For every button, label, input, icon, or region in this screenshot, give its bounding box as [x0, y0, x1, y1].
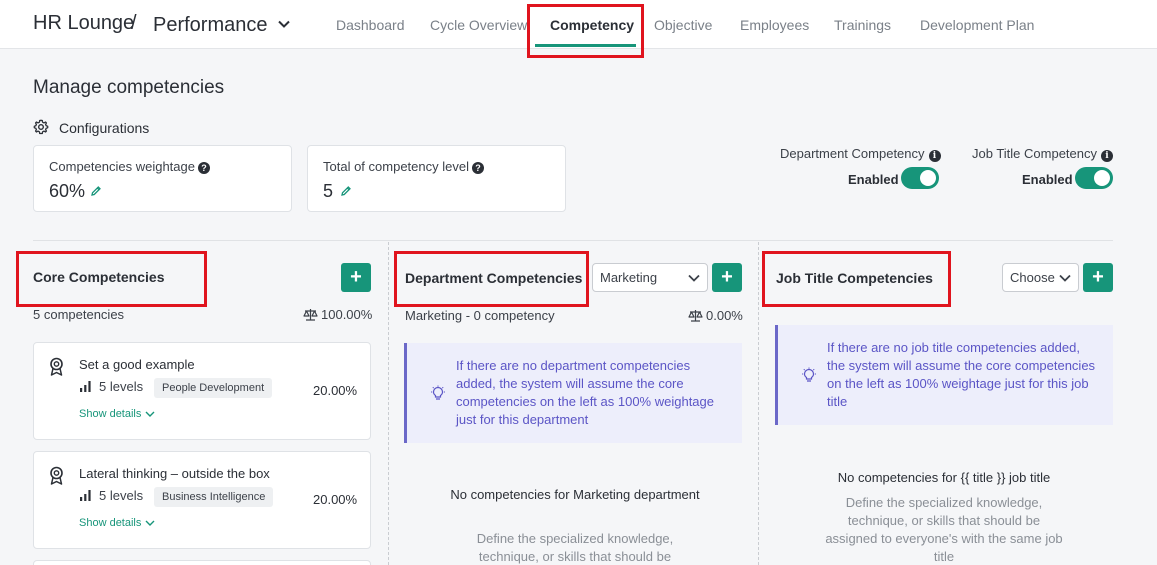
chevron-down-icon — [145, 520, 155, 526]
competency-percentage: 20.00% — [313, 383, 358, 398]
department-count: Marketing - 0 competency — [405, 308, 555, 323]
tab-objective[interactable]: Objective — [654, 17, 712, 33]
competency-category-tag: People Development — [154, 378, 273, 398]
add-department-competency-button[interactable]: + — [712, 263, 742, 292]
department-info-box: If there are no department competencies … — [404, 343, 742, 443]
levels-label: Total of competency level — [323, 159, 469, 174]
signal-bars-icon — [80, 381, 91, 392]
highlight-box-core — [16, 251, 207, 307]
department-toggle-state: Enabled — [848, 172, 899, 187]
job-title-competency-toggle[interactable] — [1075, 167, 1113, 189]
department-info-text: If there are no department competencies … — [456, 358, 715, 427]
chevron-down-icon — [1059, 274, 1071, 282]
department-empty-description: Define the specialized knowledge, techni… — [476, 531, 674, 564]
weightage-value: 60% — [49, 181, 86, 201]
lightbulb-icon — [802, 367, 816, 382]
info-icon[interactable]: i — [1101, 150, 1114, 162]
award-icon — [50, 466, 63, 485]
competency-levels: 5 levels — [99, 488, 144, 503]
breadcrumb-separator: / — [131, 12, 137, 34]
competency-name: Lateral thinking – outside the box — [79, 466, 270, 481]
job-title-select[interactable]: Choose — [1002, 263, 1079, 292]
edit-pencil-icon[interactable] — [340, 185, 352, 197]
competency-card[interactable] — [33, 560, 371, 565]
job-title-info-box: If there are no job title competencies a… — [775, 325, 1113, 425]
help-icon[interactable]: ? — [197, 162, 210, 174]
chevron-down-icon — [145, 411, 155, 417]
tab-development-plan[interactable]: Development Plan — [920, 17, 1034, 33]
department-competency-toggle-label: Department Competency i — [780, 146, 941, 162]
highlight-box-department — [394, 251, 589, 307]
configurations-label: Configurations — [59, 120, 150, 136]
highlight-box-competency-tab — [527, 4, 644, 58]
job-title-select-value: Choose — [1010, 270, 1055, 285]
award-icon — [50, 357, 63, 376]
add-core-competency-button[interactable]: + — [341, 263, 371, 292]
tab-cycle-overview[interactable]: Cycle Overview — [430, 17, 527, 33]
column-divider — [388, 242, 389, 565]
job-title-competency-toggle-label: Job Title Competency i — [972, 146, 1114, 162]
weightage-card: Competencies weightage? 60% — [33, 145, 292, 212]
tab-trainings[interactable]: Trainings — [834, 17, 891, 33]
department-competency-toggle[interactable] — [901, 167, 939, 189]
module-name[interactable]: Performance — [153, 14, 268, 37]
department-select-value: Marketing — [600, 270, 658, 285]
edit-pencil-icon[interactable] — [90, 185, 102, 197]
highlight-box-job-title — [762, 251, 951, 307]
competency-levels: 5 levels — [99, 379, 144, 394]
chevron-down-icon[interactable] — [276, 16, 292, 32]
levels-card: Total of competency level? 5 — [307, 145, 566, 212]
department-select[interactable]: Marketing — [592, 263, 708, 292]
job-title-info-text: If there are no job title competencies a… — [827, 340, 1096, 409]
competency-card[interactable]: Lateral thinking – outside the box 5 lev… — [33, 451, 371, 549]
balance-scale-icon — [688, 310, 703, 322]
core-count: 5 competencies — [33, 307, 125, 322]
info-icon[interactable]: i — [928, 150, 941, 162]
lightbulb-icon — [431, 385, 445, 400]
help-icon[interactable]: ? — [471, 162, 484, 174]
page-title: Manage competencies — [33, 77, 225, 98]
job-title-toggle-state: Enabled — [1022, 172, 1073, 187]
chevron-down-icon — [688, 274, 700, 282]
core-weight: 100.00% — [303, 307, 372, 322]
app-name[interactable]: HR Lounge — [33, 12, 134, 35]
department-empty-title: No competencies for Marketing department — [450, 487, 700, 502]
job-title-empty-title: No competencies for {{ title }} job titl… — [837, 470, 1051, 485]
competency-name: Set a good example — [79, 357, 195, 372]
add-job-title-competency-button[interactable]: + — [1083, 263, 1113, 292]
job-title-empty-description: Define the specialized knowledge, techni… — [825, 495, 1063, 564]
competency-percentage: 20.00% — [313, 492, 358, 507]
show-details-link[interactable]: Show details — [79, 517, 155, 529]
competency-card[interactable]: Set a good example 5 levels People Devel… — [33, 342, 371, 440]
column-divider — [758, 242, 759, 565]
signal-bars-icon — [80, 490, 91, 501]
gear-icon — [33, 119, 49, 135]
weightage-label: Competencies weightage — [49, 159, 195, 174]
balance-scale-icon — [303, 309, 318, 321]
tab-dashboard[interactable]: Dashboard — [336, 17, 405, 33]
tab-employees[interactable]: Employees — [740, 17, 809, 33]
levels-value: 5 — [323, 181, 334, 201]
competency-category-tag: Business Intelligence — [154, 487, 274, 507]
show-details-link[interactable]: Show details — [79, 408, 155, 420]
department-weight: 0.00% — [688, 308, 743, 323]
divider — [33, 240, 1113, 241]
